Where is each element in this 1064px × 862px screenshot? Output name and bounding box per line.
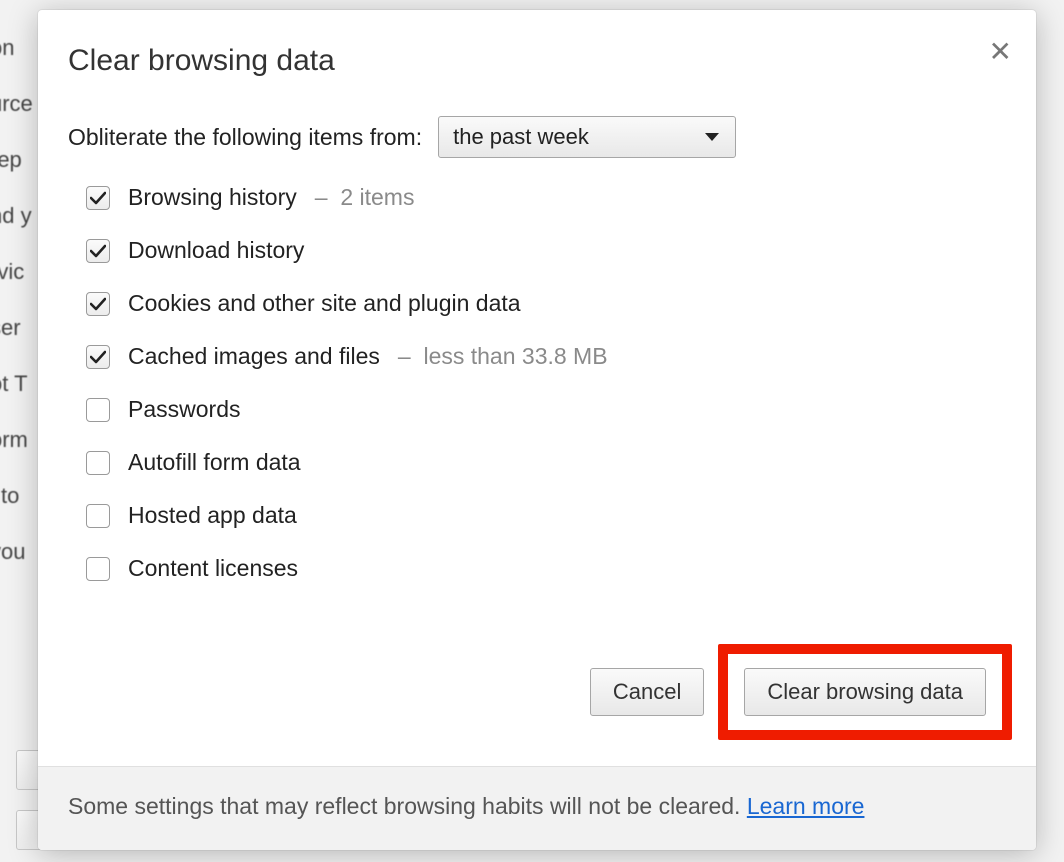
checkbox-detail: – 2 items xyxy=(315,184,415,211)
checkbox-label[interactable]: Browsing history xyxy=(128,184,297,211)
checkbox-detail: – less than 33.8 MB xyxy=(398,343,608,370)
checkbox-label[interactable]: Hosted app data xyxy=(128,502,297,529)
item-hosted-app-data: Hosted app data xyxy=(86,502,1006,529)
clear-browsing-data-button[interactable]: Clear browsing data xyxy=(744,668,986,716)
checkbox-list: Browsing history – 2 items Download hist… xyxy=(68,184,1006,582)
checkbox-label[interactable]: Content licenses xyxy=(128,555,298,582)
checkbox-content-licenses[interactable] xyxy=(86,557,110,581)
clear-browsing-data-dialog: Clear browsing data ✕ Obliterate the fol… xyxy=(38,10,1036,850)
time-range-row: Obliterate the following items from: the… xyxy=(68,116,1006,158)
checkbox-hosted-app-data[interactable] xyxy=(86,504,110,528)
checkbox-autofill[interactable] xyxy=(86,451,110,475)
close-icon[interactable]: ✕ xyxy=(989,38,1012,66)
checkbox-download-history[interactable] xyxy=(86,239,110,263)
checkbox-label[interactable]: Cached images and files xyxy=(128,343,380,370)
item-cached-images: Cached images and files – less than 33.8… xyxy=(86,343,1006,370)
checkbox-label[interactable]: Download history xyxy=(128,237,304,264)
chevron-down-icon xyxy=(705,133,719,141)
dialog-title: Clear browsing data xyxy=(68,44,1006,78)
checkbox-label[interactable]: Autofill form data xyxy=(128,449,301,476)
footer-text: Some settings that may reflect browsing … xyxy=(68,793,747,819)
checkbox-label[interactable]: Cookies and other site and plugin data xyxy=(128,290,521,317)
checkbox-passwords[interactable] xyxy=(86,398,110,422)
checkbox-label[interactable]: Passwords xyxy=(128,396,240,423)
background-page-text: on urce rep nd y rvic ser ot T orm l to … xyxy=(0,0,33,580)
item-content-licenses: Content licenses xyxy=(86,555,1006,582)
dialog-body: Obliterate the following items from: the… xyxy=(38,88,1036,644)
learn-more-link[interactable]: Learn more xyxy=(747,793,865,819)
dialog-button-row: Cancel Clear browsing data xyxy=(38,644,1036,766)
highlight-annotation: Clear browsing data xyxy=(718,644,1012,740)
item-passwords: Passwords xyxy=(86,396,1006,423)
time-range-value: the past week xyxy=(453,124,589,150)
dialog-footer: Some settings that may reflect browsing … xyxy=(38,766,1036,850)
cancel-button[interactable]: Cancel xyxy=(590,668,704,716)
checkbox-browsing-history[interactable] xyxy=(86,186,110,210)
checkbox-cookies[interactable] xyxy=(86,292,110,316)
checkbox-cached-images[interactable] xyxy=(86,345,110,369)
item-download-history: Download history xyxy=(86,237,1006,264)
time-range-select[interactable]: the past week xyxy=(438,116,736,158)
item-cookies: Cookies and other site and plugin data xyxy=(86,290,1006,317)
item-browsing-history: Browsing history – 2 items xyxy=(86,184,1006,211)
dialog-header: Clear browsing data ✕ xyxy=(38,10,1036,88)
item-autofill: Autofill form data xyxy=(86,449,1006,476)
time-range-label: Obliterate the following items from: xyxy=(68,124,422,151)
